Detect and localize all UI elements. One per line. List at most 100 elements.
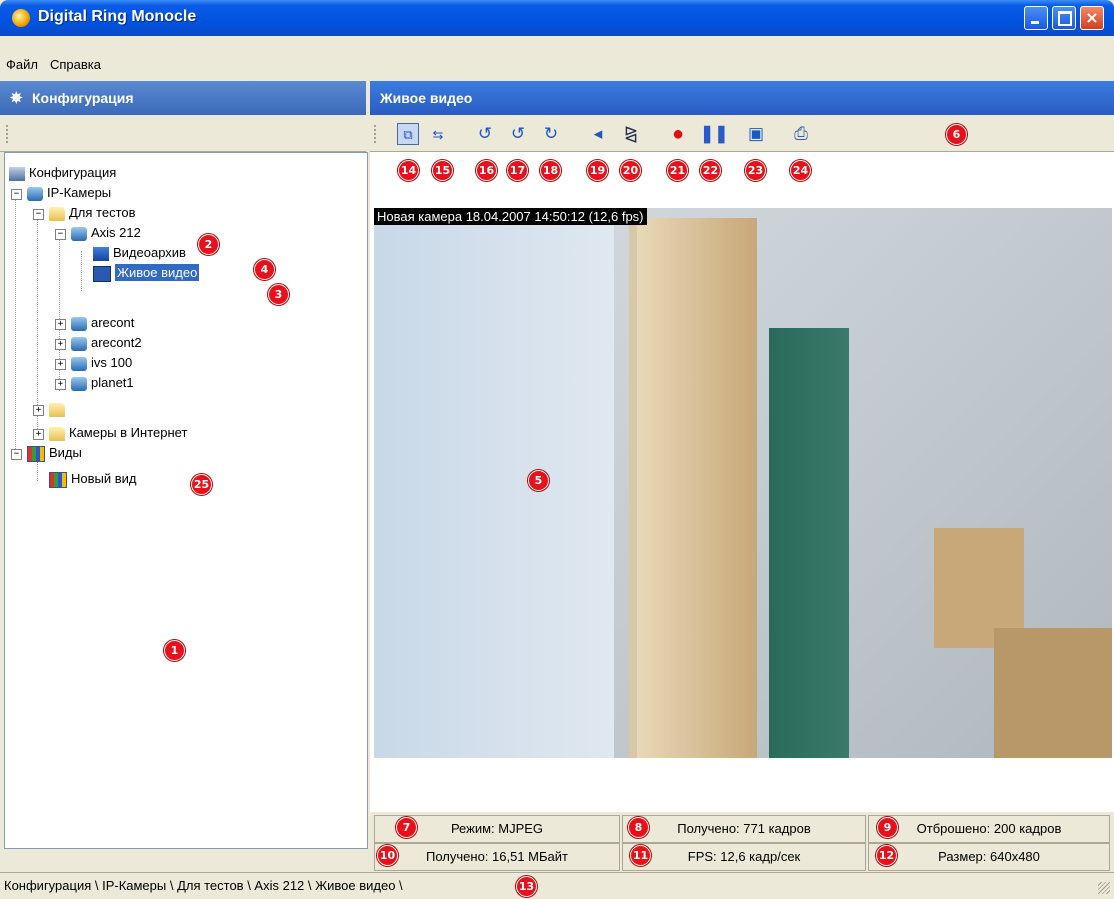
callout-badge: 20 [620, 160, 641, 181]
tree-item-ivs-100[interactable]: ivs 100 [71, 353, 132, 373]
expand-toggle[interactable]: + [55, 339, 66, 350]
callout-badge: 15 [432, 160, 453, 181]
camera-icon [71, 356, 87, 371]
minimize-button[interactable] [1024, 6, 1048, 30]
tree-item-for-tests[interactable]: Для тестов [49, 203, 136, 223]
callout-badge: 7 [396, 817, 417, 838]
video-box [994, 628, 1112, 758]
status-size: Размер: 640x480 [868, 843, 1110, 871]
menu-help[interactable]: Справка [44, 54, 107, 75]
collapse-toggle[interactable]: − [11, 449, 22, 460]
tree-item-video-archive[interactable]: Видеоархив [93, 243, 186, 263]
grid-view-icon [49, 471, 67, 488]
camera-icon [71, 336, 87, 351]
callout-badge: 13 [516, 876, 537, 897]
title-bar[interactable]: Digital Ring Monocle × [0, 0, 1114, 36]
rotate-right-icon: ↻ [543, 124, 559, 143]
tree-item-internet-cameras[interactable]: Камеры в Интернет [49, 423, 187, 443]
save-disk-icon: ▣ [747, 124, 765, 143]
tree-item-arecont[interactable]: arecont [71, 313, 134, 333]
original-size-button[interactable]: ⇆ [427, 123, 449, 145]
collapse-toggle[interactable]: − [33, 209, 44, 220]
tree-item-ip-cameras[interactable]: IP-Камеры [27, 183, 111, 203]
expand-toggle[interactable]: + [55, 379, 66, 390]
status-received-frames: Получено: 771 кадров [622, 815, 866, 843]
tree-item-new-view[interactable]: Новый вид [49, 469, 137, 489]
tree-item-config[interactable]: Конфигурация [9, 163, 116, 183]
flip-vertical-icon: ◂ [593, 124, 603, 143]
resize-grip-icon[interactable] [1098, 882, 1110, 894]
status-fps: FPS: 12,6 кадр/сек [622, 843, 866, 871]
print-button[interactable]: ⎙ [790, 123, 812, 145]
status-received-bytes: Получено: 16,51 МБайт [374, 843, 620, 871]
maximize-button[interactable] [1052, 6, 1076, 30]
callout-badge: 11 [630, 845, 651, 866]
toolbar-grip[interactable] [6, 125, 10, 143]
expand-toggle[interactable]: + [55, 359, 66, 370]
save-disk-icon [93, 246, 109, 261]
fit-window-button[interactable]: ⧉ [397, 123, 419, 145]
callout-badge: 6 [946, 124, 967, 145]
flip-horizontal-icon: ⧎ [623, 124, 639, 143]
record-button[interactable]: ● [667, 123, 689, 145]
rotate-button-3[interactable]: ↻ [540, 123, 562, 145]
collapse-toggle[interactable]: − [11, 189, 22, 200]
tree-item-unnamed-folder[interactable] [49, 399, 69, 419]
grid-view-icon [27, 445, 45, 462]
expand-toggle[interactable]: + [55, 319, 66, 330]
video-overlay-text: Новая камера 18.04.2007 14:50:12 (12,6 f… [374, 208, 647, 225]
callout-badge: 4 [254, 259, 275, 280]
close-button[interactable]: × [1080, 6, 1104, 30]
callout-badge: 21 [667, 160, 688, 181]
callout-badge: 14 [398, 160, 419, 181]
tree-item-live-video[interactable]: Живое видео [93, 263, 200, 283]
video-frame[interactable] [374, 208, 1112, 758]
toolbar-grip[interactable] [374, 125, 378, 143]
flip-vertical-button[interactable]: ◂ [587, 123, 609, 145]
gear-icon: ✵ [10, 90, 23, 107]
folder-icon [49, 426, 65, 441]
tree-item-views[interactable]: Виды [27, 443, 82, 463]
save-snapshot-button[interactable]: ▣ [745, 123, 767, 145]
rotate-button-2[interactable]: ↺ [507, 123, 529, 145]
callout-badge: 8 [628, 817, 649, 838]
flip-horizontal-button[interactable]: ⧎ [620, 123, 642, 145]
menu-file[interactable]: Файл [0, 54, 44, 75]
callout-badge: 17 [507, 160, 528, 181]
collapse-toggle[interactable]: − [55, 229, 66, 240]
camera-icon [27, 186, 43, 201]
tree-item-axis-212[interactable]: Axis 212 [71, 223, 141, 243]
expand-toggle[interactable]: + [33, 405, 44, 416]
video-door [629, 218, 757, 758]
pause-icon: ❚❚ [700, 124, 729, 143]
expand-toggle[interactable]: + [33, 429, 44, 440]
callout-badge: 25 [191, 474, 212, 495]
config-tree[interactable]: Конфигурация − IP-Камеры − Для тестов − … [4, 152, 368, 849]
monitor-icon [93, 265, 111, 282]
callout-badge: 24 [790, 160, 811, 181]
record-icon: ● [671, 123, 685, 145]
app-icon [12, 9, 30, 27]
callout-badge: 18 [540, 160, 561, 181]
video-cabinet [769, 328, 849, 758]
status-dropped-frames: Отброшено: 200 кадров [868, 815, 1110, 843]
callout-badge: 23 [745, 160, 766, 181]
callout-badge: 22 [700, 160, 721, 181]
folder-open-icon [49, 206, 65, 221]
rotate-left-icon: ↺ [510, 124, 526, 143]
rotate-button-1[interactable]: ↺ [474, 123, 496, 145]
tree-item-arecont2[interactable]: arecont2 [71, 333, 142, 353]
tree-item-planet1[interactable]: planet1 [71, 373, 134, 393]
callout-badge: 1 [164, 640, 185, 661]
window-title: Digital Ring Monocle [38, 8, 197, 25]
computer-icon [9, 166, 25, 181]
callout-badge: 5 [528, 470, 549, 491]
config-panel-title: Конфигурация [32, 90, 134, 106]
rotate-left-icon: ↺ [477, 124, 493, 143]
menu-bar: Файл Справка [0, 54, 1114, 76]
pause-button[interactable]: ❚❚ [700, 123, 729, 145]
stretch-icon: ⇆ [432, 127, 444, 142]
camera-icon [71, 316, 87, 331]
printer-icon: ⎙ [794, 124, 808, 143]
video-wall-left [374, 208, 614, 758]
